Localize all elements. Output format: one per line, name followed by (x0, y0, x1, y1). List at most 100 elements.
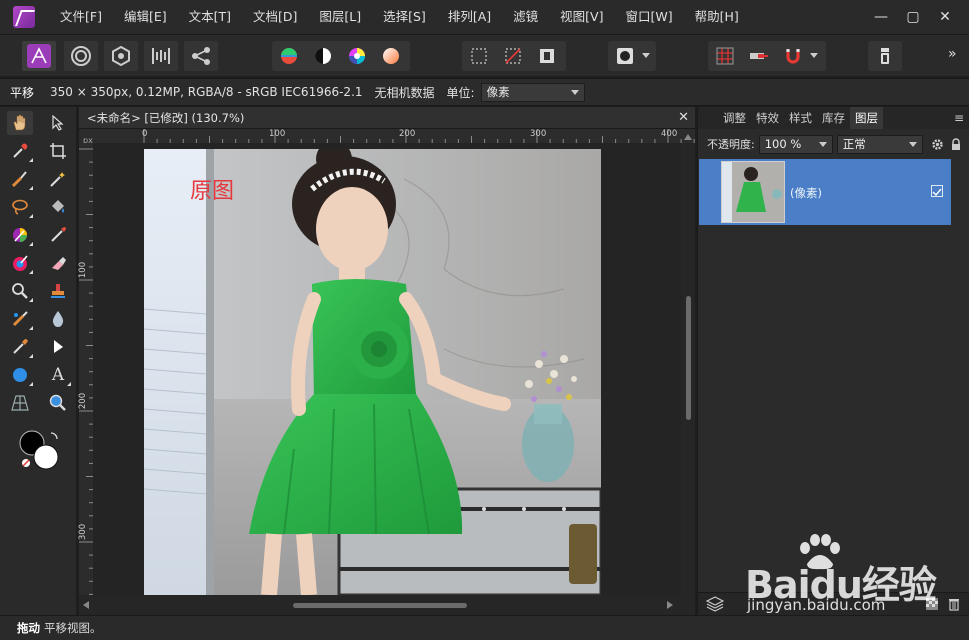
tone-mapping-persona-button[interactable] (144, 41, 178, 71)
marquee-select-button[interactable] (462, 41, 496, 71)
perspective-grid-icon (11, 395, 29, 411)
document-tab[interactable]: <未命名> [已修改] (130.7%) ✕ (79, 107, 695, 129)
blur-brush-tool[interactable] (45, 307, 71, 331)
invert-selection-button[interactable] (530, 41, 564, 71)
unit-select[interactable]: 像素 (480, 82, 585, 102)
scroll-right-icon[interactable] (667, 601, 673, 609)
eyedropper-icon (13, 143, 28, 158)
erase-brush-tool[interactable] (45, 251, 71, 275)
freehand-selection-tool[interactable] (7, 195, 33, 219)
photo-persona-button[interactable] (22, 41, 56, 71)
assistant-button[interactable] (742, 41, 776, 71)
menu-view[interactable]: 视图[V] (549, 0, 614, 34)
liquify-persona-icon (71, 46, 91, 66)
menu-filters[interactable]: 滤镜 (502, 0, 549, 34)
toolbar: » (0, 34, 969, 76)
color-replace-icon (13, 255, 28, 271)
trash-icon[interactable] (948, 597, 960, 611)
chevron-down-icon[interactable] (810, 53, 818, 59)
menu-window[interactable]: 窗口[W] (614, 0, 683, 34)
blend-mode-select[interactable]: 正常 (836, 134, 923, 154)
quick-mask-button[interactable] (608, 41, 642, 71)
droplet-icon (52, 311, 64, 327)
selection-brush-tool[interactable] (7, 167, 33, 191)
mesh-warp-tool[interactable] (7, 335, 33, 359)
inpainting-brush-tool[interactable] (7, 307, 33, 331)
layers-stack-icon[interactable] (706, 596, 724, 612)
toolbar-overflow-button[interactable]: » (948, 46, 957, 62)
context-toolbar: 平移 350 × 350px, 0.12MP, RGBA/8 - sRGB IE… (0, 78, 969, 106)
layers-studio-panel: 调整 特效 样式 库存 图层 ≡ 不透明度: 100 % 正常 (像素) (697, 107, 969, 615)
hsl-button[interactable] (340, 41, 374, 71)
crop-tool[interactable] (45, 139, 71, 163)
brightness-contrast-button[interactable] (306, 41, 340, 71)
brush-tool[interactable] (45, 223, 71, 247)
tab-styles[interactable]: 样式 (784, 107, 817, 129)
unit-label: 单位: (446, 85, 475, 100)
shape-tool[interactable] (7, 363, 33, 387)
close-document-icon[interactable]: ✕ (678, 107, 689, 129)
minimize-button[interactable]: — (865, 9, 897, 25)
color-swatches[interactable] (17, 429, 63, 471)
panel-menu-icon[interactable]: ≡ (954, 107, 964, 129)
gear-icon[interactable] (931, 138, 944, 151)
layer-visibility-checkbox[interactable] (931, 185, 943, 197)
color-replace-tool[interactable] (7, 251, 33, 275)
menu-layer[interactable]: 图层[L] (308, 0, 372, 34)
grid-button[interactable] (708, 41, 742, 71)
pen-tool[interactable] (45, 335, 71, 359)
pointer-icon (52, 115, 64, 131)
snapping-button[interactable] (776, 41, 810, 71)
scroll-up-icon[interactable] (684, 134, 692, 140)
menu-file[interactable]: 文件[F] (49, 0, 113, 34)
paint-mixer-icon (13, 339, 28, 354)
menu-text[interactable]: 文本[T] (178, 0, 242, 34)
tab-layers[interactable]: 图层 (850, 107, 883, 129)
white-balance-icon (383, 48, 399, 64)
photo-persona-icon (27, 44, 51, 68)
paint-brush-tool[interactable] (7, 223, 33, 247)
eraser-brush-icon (52, 257, 66, 270)
levels-button[interactable] (272, 41, 306, 71)
opacity-field[interactable]: 100 % (758, 134, 833, 154)
color-picker-tool[interactable] (7, 139, 33, 163)
close-button[interactable]: ✕ (929, 9, 961, 25)
vertical-scrollbar-thumb[interactable] (686, 296, 691, 420)
menu-document[interactable]: 文档[D] (242, 0, 308, 34)
menu-select[interactable]: 选择[S] (372, 0, 437, 34)
tab-adjustments[interactable]: 调整 (718, 107, 751, 129)
menu-help[interactable]: 帮助[H] (684, 0, 750, 34)
mask-layer-icon[interactable] (926, 598, 938, 610)
assistant-icon (750, 53, 768, 59)
flood-select-tool[interactable] (45, 167, 71, 191)
export-persona-button[interactable] (184, 41, 218, 71)
liquify-persona-button[interactable] (64, 41, 98, 71)
perspective-tool[interactable] (7, 391, 33, 415)
zoom-tool[interactable] (45, 391, 71, 415)
eraser-icon[interactable] (878, 47, 892, 65)
scroll-left-icon[interactable] (83, 601, 89, 609)
chevron-down-icon[interactable] (642, 53, 650, 59)
document-image[interactable]: 原图 (144, 149, 601, 595)
maximize-button[interactable]: ▢ (897, 9, 929, 25)
layer-row[interactable]: (像素) (699, 159, 951, 225)
menu-edit[interactable]: 编辑[E] (113, 0, 178, 34)
crop-icon (50, 143, 66, 159)
horizontal-scrollbar-thumb[interactable] (293, 603, 467, 608)
ruler-h-tick-label: 0 (142, 129, 148, 139)
develop-persona-button[interactable] (104, 41, 138, 71)
move-tool[interactable] (45, 111, 71, 135)
flood-fill-tool[interactable] (45, 195, 71, 219)
tab-effects[interactable]: 特效 (751, 107, 784, 129)
tool-group (868, 41, 902, 71)
tab-stock[interactable]: 库存 (817, 107, 850, 129)
white-balance-button[interactable] (374, 41, 408, 71)
clone-brush-tool[interactable] (45, 279, 71, 303)
menu-arrange[interactable]: 排列[A] (437, 0, 502, 34)
deselect-button[interactable] (496, 41, 530, 71)
lock-icon[interactable] (951, 137, 961, 151)
text-tool[interactable]: A (45, 363, 71, 387)
dodge-tool[interactable] (7, 279, 33, 303)
hand-tool[interactable] (7, 111, 33, 135)
status-tool: 拖动 (17, 621, 40, 635)
